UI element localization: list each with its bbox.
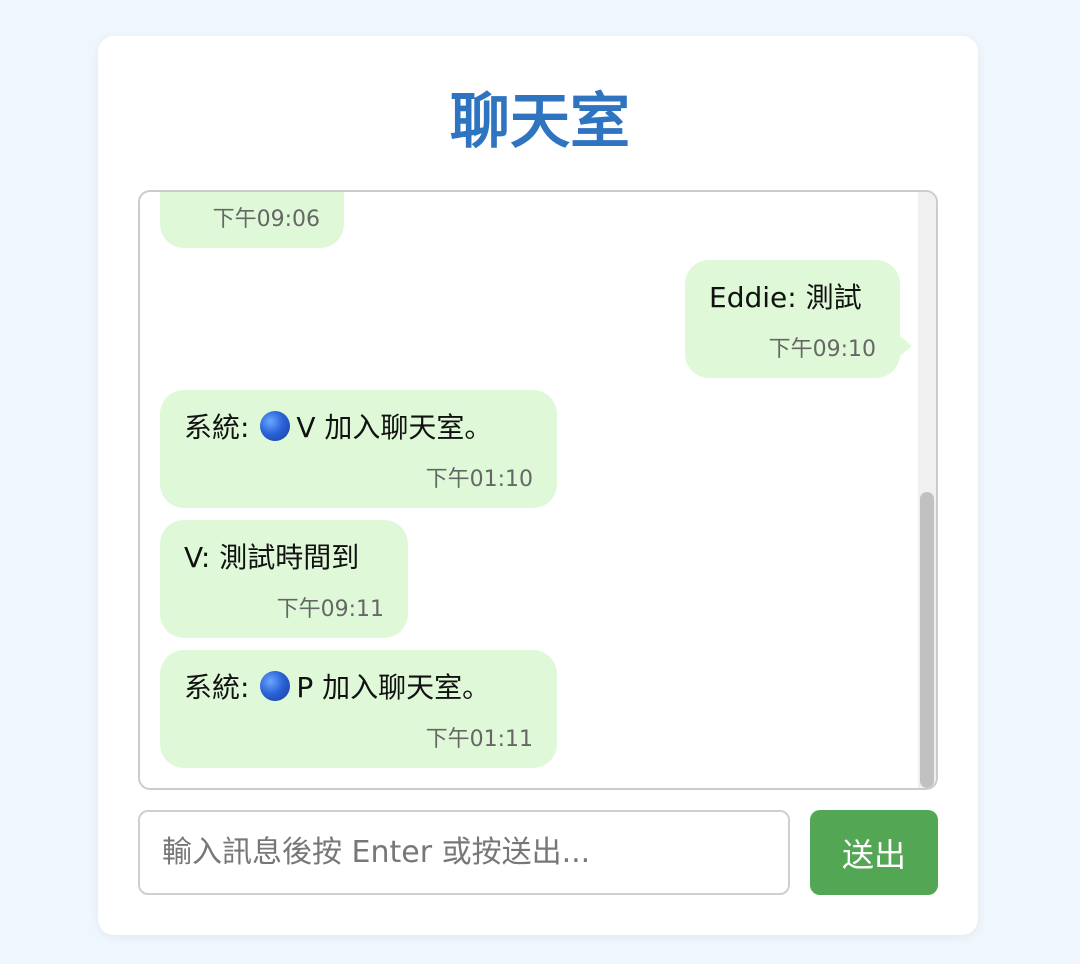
- scrollbar-track[interactable]: [918, 192, 936, 788]
- scrollbar-thumb[interactable]: [920, 492, 934, 788]
- send-button[interactable]: 送出: [810, 810, 938, 895]
- message-bubble: 系統: P 加入聊天室。 下午01:11: [160, 650, 557, 768]
- message-body: P 加入聊天室。: [296, 671, 491, 704]
- blue-circle-icon: [260, 671, 291, 701]
- message-text: Eddie: 測試: [709, 281, 862, 314]
- message-bubble: V: 測試時間到 下午09:11: [160, 520, 408, 638]
- message-time: 下午01:11: [425, 727, 533, 752]
- message-list[interactable]: 下午09:06 Eddie: 測試 下午09:10 系統: V 加入聊天室。 下…: [138, 190, 938, 790]
- message-text: 系統: P 加入聊天室。: [184, 670, 490, 706]
- message-sender: 系統:: [184, 411, 250, 444]
- message-text: 系統: V 加入聊天室。: [184, 410, 492, 446]
- message-time: 下午09:06: [212, 207, 320, 232]
- message-time: 下午09:11: [276, 597, 384, 622]
- message-body: V 加入聊天室。: [296, 411, 493, 444]
- blue-circle-icon: [260, 411, 291, 441]
- message-input[interactable]: [138, 810, 790, 895]
- page-title: 聊天室: [450, 87, 630, 157]
- message-bubble: 系統: V 加入聊天室。 下午01:10: [160, 390, 557, 508]
- message-sender: 系統:: [184, 671, 250, 704]
- message-bubble: 下午09:06: [160, 192, 344, 248]
- message-time: 下午01:10: [425, 467, 533, 492]
- message-text: V: 測試時間到: [184, 541, 360, 574]
- message-time: 下午09:10: [768, 337, 876, 362]
- message-bubble-own: Eddie: 測試 下午09:10: [685, 260, 912, 378]
- bubble-tail: [900, 336, 912, 356]
